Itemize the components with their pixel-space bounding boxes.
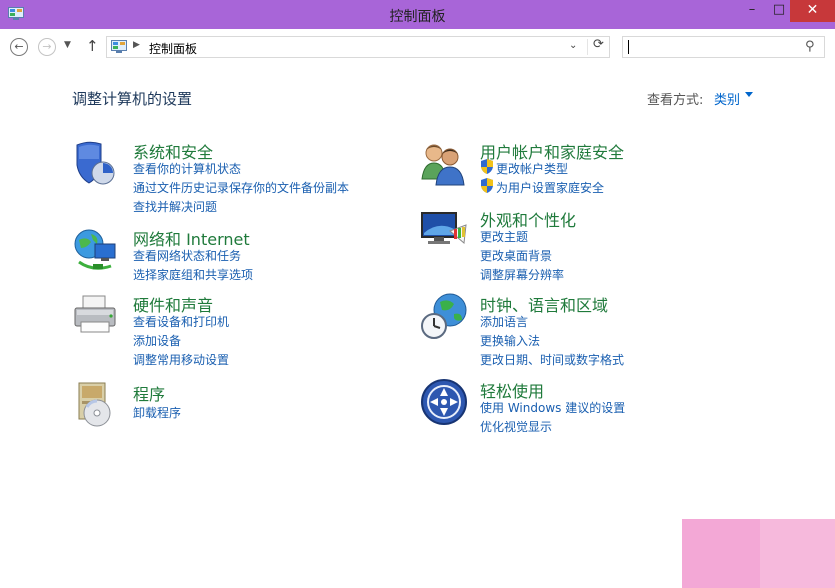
address-divider [587, 39, 588, 55]
shield-icon[interactable] [73, 139, 121, 187]
close-button[interactable]: ✕ [790, 0, 835, 22]
recent-locations-dropdown[interactable]: ▼ [64, 40, 71, 50]
navigation-toolbar: ← → ▼ ↑ ▶ 控制面板 ⌄ ⟳ ⚲ [0, 29, 835, 67]
search-icon[interactable]: ⚲ [805, 39, 815, 54]
view-by-label: 查看方式: [647, 93, 704, 108]
text-caret [628, 40, 629, 54]
category-title[interactable]: 程序 [133, 381, 165, 405]
category-link[interactable]: 调整屏幕分辨率 [480, 266, 564, 283]
category-link[interactable]: 调整常用移动设置 [133, 351, 229, 368]
forward-button[interactable]: → [38, 38, 56, 56]
uac-shield-icon [481, 159, 493, 174]
users-icon[interactable] [420, 139, 468, 187]
category-link[interactable]: 查看设备和打印机 [133, 313, 229, 330]
refresh-icon[interactable]: ⟳ [593, 37, 604, 52]
up-button[interactable]: ↑ [86, 37, 99, 55]
address-bar[interactable]: ▶ 控制面板 ⌄ ⟳ [106, 36, 610, 58]
page-title: 调整计算机的设置 [72, 90, 193, 108]
category-link[interactable]: 为用户设置家庭安全 [496, 179, 604, 196]
view-by-dropdown[interactable]: 类别 [714, 89, 740, 108]
address-dropdown-icon[interactable]: ⌄ [569, 40, 577, 51]
programs-disc-icon[interactable] [73, 381, 121, 429]
category-link[interactable]: 更改日期、时间或数字格式 [480, 351, 624, 368]
minimize-button[interactable]: – [738, 0, 766, 22]
network-globe-icon[interactable] [73, 226, 121, 274]
title-bar: 控制面板 – □ ✕ [0, 0, 835, 29]
back-button[interactable]: ← [10, 38, 28, 56]
category-link[interactable]: 使用 Windows 建议的设置 [480, 399, 625, 416]
category-link[interactable]: 更换输入法 [480, 332, 540, 349]
window-title: 控制面板 [389, 9, 446, 25]
printer-icon[interactable] [73, 292, 121, 340]
breadcrumb-item[interactable]: 控制面板 [149, 40, 197, 57]
category-link[interactable]: 查找并解决问题 [133, 198, 217, 215]
view-by-caret-icon[interactable] [745, 92, 753, 97]
breadcrumb-chevron-icon[interactable]: ▶ [133, 40, 140, 50]
uac-shield-icon [481, 178, 493, 193]
monitor-palette-icon[interactable] [420, 207, 468, 255]
category-link[interactable]: 更改桌面背景 [480, 247, 552, 264]
ease-of-access-icon[interactable] [420, 378, 468, 426]
search-input[interactable] [627, 39, 797, 55]
category-link[interactable]: 添加语言 [480, 313, 528, 330]
maximize-button[interactable]: □ [765, 0, 793, 22]
search-box[interactable]: ⚲ [622, 36, 825, 58]
category-link[interactable]: 优化视觉显示 [480, 418, 552, 435]
category-link[interactable]: 通过文件历史记录保存你的文件备份副本 [133, 179, 349, 196]
category-link[interactable]: 更改主题 [480, 228, 528, 245]
category-link[interactable]: 添加设备 [133, 332, 181, 349]
category-link[interactable]: 查看网络状态和任务 [133, 247, 241, 264]
category-link[interactable]: 卸载程序 [133, 404, 181, 421]
clock-globe-icon[interactable] [420, 292, 468, 340]
control-panel-icon [111, 40, 127, 53]
category-link[interactable]: 查看你的计算机状态 [133, 160, 241, 177]
decorative-overlay [760, 519, 835, 588]
category-link[interactable]: 选择家庭组和共享选项 [133, 266, 253, 283]
category-link[interactable]: 更改帐户类型 [496, 160, 568, 177]
